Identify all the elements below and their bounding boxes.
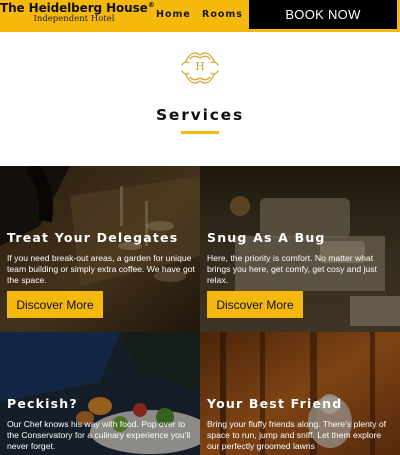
discover-more-button[interactable]: Discover More <box>7 291 103 318</box>
brand-name: The Heidelberg House® <box>0 1 155 15</box>
tile-description: Bring your fluffy friends along. There's… <box>207 419 387 451</box>
section-title: Services <box>155 106 245 124</box>
tile-description: If you need break-out areas, a garden fo… <box>7 253 195 285</box>
book-now-button[interactable]: BOOK NOW <box>249 0 397 29</box>
crest-letter: H <box>195 60 205 73</box>
brand-logo[interactable]: The Heidelberg House® Independent Hotel <box>0 1 155 24</box>
site-header: The Heidelberg House® Independent Hotel … <box>0 0 400 32</box>
hotel-crest-icon: H <box>178 45 222 93</box>
tile-title: Snug As A Bug <box>207 230 326 245</box>
tile-snug: Snug As A Bug Here, the priority is comf… <box>200 166 400 332</box>
registered-mark: ® <box>147 1 155 9</box>
tile-delegates: Treat Your Delegates If you need break-o… <box>0 166 200 332</box>
tile-description: Our Chef knows his way with food. Pop ov… <box>7 419 191 451</box>
nav-home[interactable]: Home <box>156 9 191 20</box>
tile-title: Peckish? <box>7 396 78 411</box>
tile-best-friend: Your Best Friend Bring your fluffy frien… <box>200 332 400 455</box>
tile-title: Treat Your Delegates <box>7 230 179 245</box>
tile-description: Here, the priority is comfort. No matter… <box>207 253 377 285</box>
tile-peckish: Peckish? Our Chef knows his way with foo… <box>0 332 200 455</box>
brand-subtitle: Independent Hotel <box>33 14 115 24</box>
nav-rooms[interactable]: Rooms <box>202 9 243 20</box>
title-underline <box>181 131 219 134</box>
discover-more-button[interactable]: Discover More <box>207 291 303 318</box>
tile-title: Your Best Friend <box>207 396 343 411</box>
